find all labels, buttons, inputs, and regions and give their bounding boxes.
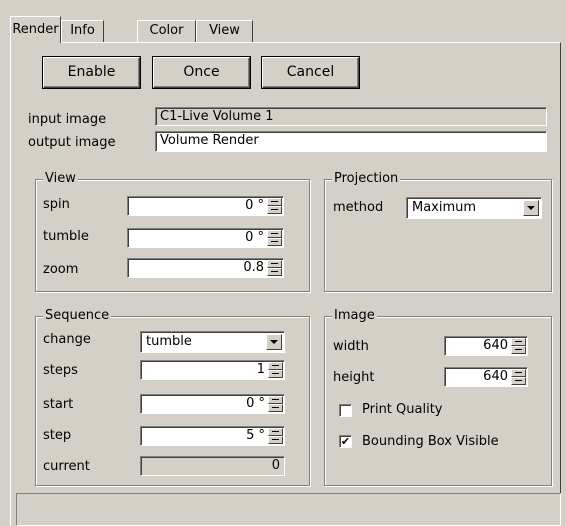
tumble-label: tumble (43, 229, 89, 244)
width-arrows[interactable] (511, 338, 526, 354)
tumble-arrows[interactable] (267, 230, 282, 246)
start-label: start (43, 397, 74, 412)
bounding-box-label: Bounding Box Visible (362, 434, 499, 449)
change-dropdown[interactable]: tumble (140, 331, 285, 353)
cancel-button[interactable]: Cancel (261, 56, 360, 89)
tumble-value[interactable]: 0 ° (127, 228, 284, 248)
method-selected: Maximum (412, 200, 477, 215)
spin-arrows[interactable] (267, 198, 282, 214)
change-selected: tumble (146, 334, 192, 349)
projection-group-title: Projection (332, 171, 401, 187)
view-group-title: View (43, 171, 78, 187)
sequence-group-title: Sequence (43, 308, 112, 324)
width-stepper[interactable]: 640 (444, 336, 528, 356)
height-label: height (333, 370, 375, 385)
step-arrows[interactable] (268, 428, 283, 444)
input-image-field: C1-Live Volume 1 (155, 107, 547, 126)
once-button[interactable]: Once (152, 56, 251, 89)
start-arrows[interactable] (268, 396, 283, 412)
step-value[interactable]: 5 ° (140, 426, 285, 446)
spin-label: spin (43, 197, 70, 212)
zoom-arrows[interactable] (267, 260, 282, 276)
print-quality-label: Print Quality (362, 402, 443, 417)
height-stepper[interactable]: 640 (444, 367, 528, 387)
steps-value[interactable]: 1 (140, 360, 285, 380)
zoom-stepper[interactable]: 0.8 (127, 258, 284, 278)
output-image-label: output image (28, 135, 116, 150)
checkmark-icon: ✔ (340, 435, 351, 448)
steps-label: steps (43, 363, 78, 378)
tab-render[interactable]: Render (10, 16, 61, 43)
method-label: method (333, 200, 384, 215)
start-value[interactable]: 0 ° (140, 394, 285, 414)
spin-stepper[interactable]: 0 ° (127, 196, 284, 216)
print-quality-checkbox[interactable] (339, 404, 352, 417)
tumble-stepper[interactable]: 0 ° (127, 228, 284, 248)
render-dialog: Render Info Color View Enable Once Cance… (0, 0, 566, 526)
spin-value[interactable]: 0 ° (127, 196, 284, 216)
enable-button[interactable]: Enable (42, 56, 141, 89)
projection-group: Projection (324, 171, 552, 292)
tab-info[interactable]: Info (61, 20, 104, 42)
width-label: width (333, 339, 369, 354)
zoom-value[interactable]: 0.8 (127, 258, 284, 278)
zoom-label: zoom (43, 262, 79, 277)
method-dropdown[interactable]: Maximum (406, 197, 542, 219)
step-stepper[interactable]: 5 ° (140, 426, 285, 446)
chevron-down-icon[interactable] (523, 200, 539, 216)
bounding-box-checkbox[interactable]: ✔ (339, 435, 352, 448)
image-group-title: Image (332, 308, 377, 324)
start-stepper[interactable]: 0 ° (140, 394, 285, 414)
steps-arrows[interactable] (268, 362, 283, 378)
tab-color[interactable]: Color (137, 20, 196, 42)
output-image-field[interactable]: Volume Render (155, 131, 547, 152)
steps-stepper[interactable]: 1 (140, 360, 285, 380)
status-area (16, 493, 561, 526)
chevron-down-icon[interactable] (266, 334, 282, 350)
change-label: change (43, 332, 91, 347)
current-field: 0 (140, 456, 285, 476)
current-label: current (43, 459, 90, 474)
tab-view[interactable]: View (196, 20, 253, 42)
step-label: step (43, 428, 72, 443)
height-arrows[interactable] (511, 369, 526, 385)
input-image-label: input image (28, 112, 107, 127)
